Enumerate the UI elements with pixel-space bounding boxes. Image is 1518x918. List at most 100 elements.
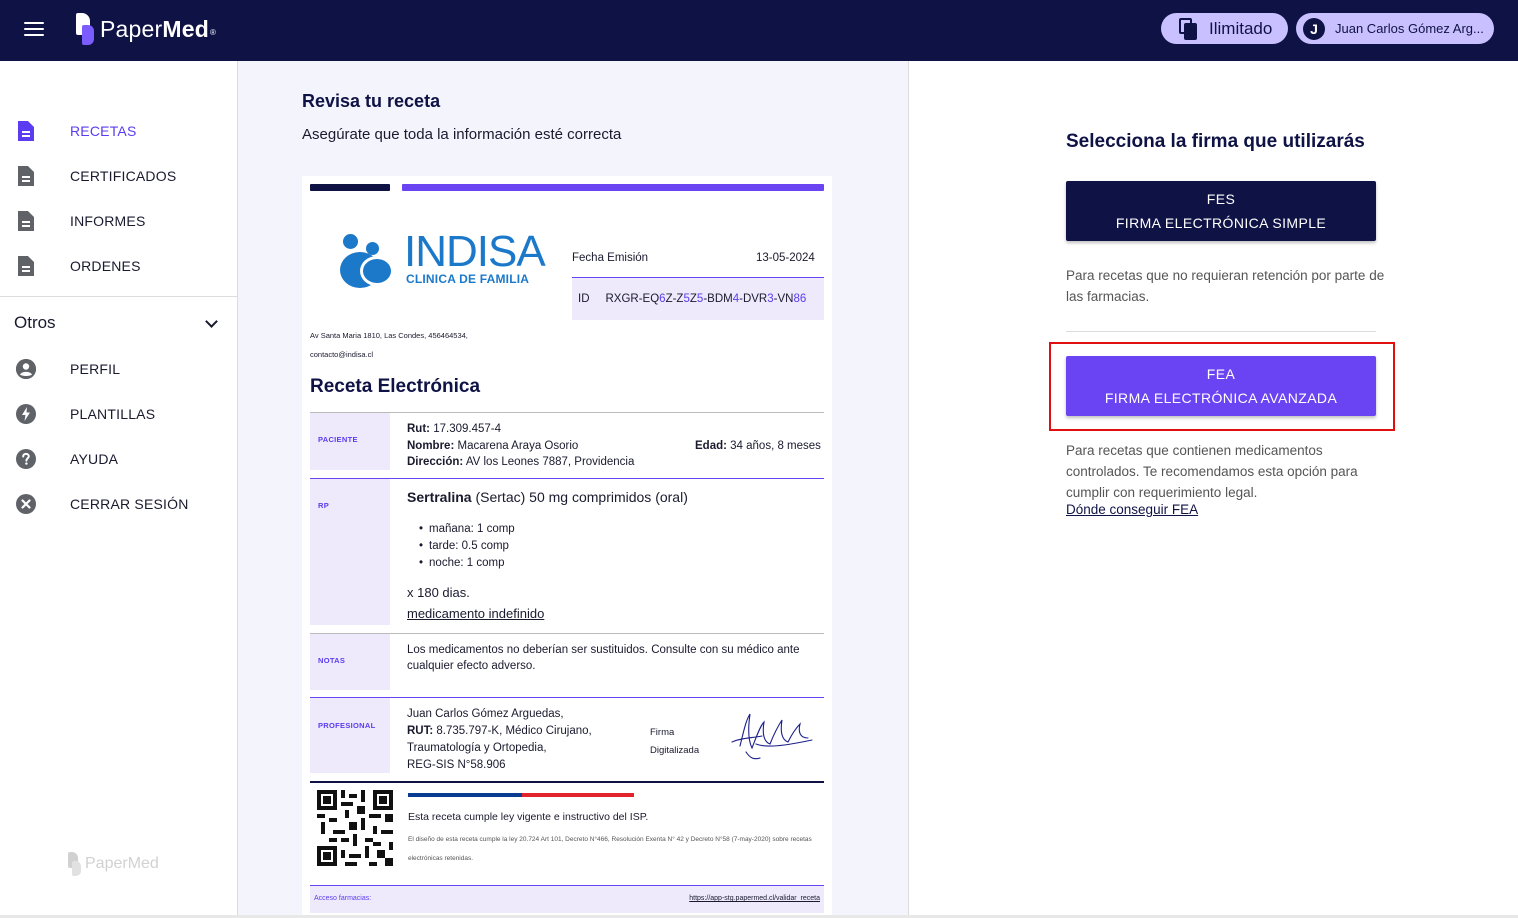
sidebar-item-certificados[interactable]: CERTIFICADOS [0, 156, 237, 196]
sidebar-item-label: INFORMES [70, 213, 146, 229]
prescription-review-panel: Revisa tu receta Asegúrate que toda la i… [238, 61, 909, 918]
list-item: noche: 1 comp [429, 555, 515, 572]
file-icon [18, 166, 34, 186]
patient-address: Dirección: AV los Leones 7887, Providenc… [407, 456, 635, 468]
user-name: Juan Carlos Gómez Arg... [1335, 21, 1484, 36]
plan-button[interactable]: Ilimitado [1161, 13, 1288, 44]
sidebar-item-label: PERFIL [70, 361, 121, 377]
sidebar-item-cerrar-sesion[interactable]: CERRAR SESIÓN [0, 484, 237, 524]
close-circle-icon [16, 494, 36, 514]
prescription-title: Receta Electrónica [310, 376, 481, 397]
footer-logo-text: PaperMed [85, 855, 159, 872]
section-label: Otros [14, 313, 56, 332]
issue-date: 13-05-2024 [756, 252, 815, 264]
dose-list: mañana: 1 comp tarde: 0.5 comp noche: 1 … [429, 521, 515, 572]
sidebar-divider [0, 296, 237, 297]
menu-icon[interactable] [24, 22, 44, 36]
signature-label: Firma Digitalizada [650, 727, 700, 756]
notes-text: Los medicamentos no deberían ser sustitu… [407, 644, 800, 672]
professional-name: Juan Carlos Gómez Arguedas, [407, 708, 564, 720]
sidebar-item-ayuda[interactable]: AYUDA [0, 439, 237, 479]
sidebar-item-label: ORDENES [70, 258, 141, 274]
fea-description: Para recetas que contienen medicamentos … [1066, 443, 1358, 500]
list-item: mañana: 1 comp [429, 521, 515, 538]
professional-specialty: Traumatología y Ortopedia, [407, 742, 547, 754]
help-icon [16, 449, 36, 469]
isp-compliance: Esta receta cumple ley vigente e instruc… [408, 811, 649, 823]
isp-legal-text: El diseño de esta receta cumple la ley 2… [408, 836, 812, 862]
pharmacy-validate-link[interactable]: https://app-stg.papermed.cl/validar_rece… [689, 895, 820, 902]
sidebar-item-plantillas[interactable]: PLANTILLAS [0, 394, 237, 434]
brand-bold: Med [162, 15, 209, 42]
file-icon [18, 256, 34, 276]
clinic-email: contacto@indisa.cl [310, 350, 374, 359]
sidebar-item-label: PLANTILLAS [70, 406, 156, 422]
sidebar-item-recetas[interactable]: RECETAS [0, 111, 237, 151]
file-icon [18, 121, 34, 141]
clinic-name: INDISA [404, 227, 546, 276]
indefinite-label: medicamento indefinido [407, 606, 545, 621]
patient-name: Nombre: Macarena Araya Osorio [407, 440, 579, 452]
file-icon [18, 211, 34, 231]
duration: x 180 dias. [407, 585, 470, 600]
sidebar-item-perfil[interactable]: PERFIL [0, 349, 237, 389]
papermed-logo[interactable]: PaperMed ® [76, 12, 216, 46]
clinic-tagline: CLINICA DE FAMILIA [406, 272, 530, 286]
chevron-down-icon [205, 314, 218, 328]
fea-info-link[interactable]: Dónde conseguir FEA [1066, 502, 1198, 517]
sidebar: RECETAS CERTIFICADOS INFORMES ORDENES Ot… [0, 61, 238, 918]
fea-code: FEA [1206, 366, 1236, 382]
prescription-id: ID RXGR-EQ6Z-Z5Z5-BDM4-DVR3-VN86 [572, 278, 824, 320]
section-tag-notes: NOTAS [310, 634, 390, 690]
sidebar-item-label: RECETAS [70, 123, 137, 139]
fes-name: FIRMA ELECTRÓNICA SIMPLE [1115, 215, 1327, 231]
bolt-icon [16, 404, 36, 424]
section-tag-rp: RP [310, 479, 390, 625]
page-subtitle: Asegúrate que toda la información esté c… [302, 126, 622, 143]
section-tag-patient: PACIENTE [310, 413, 390, 470]
fea-name: FIRMA ELECTRÓNICA AVANZADA [1104, 390, 1338, 406]
top-bar: PaperMed ® Ilimitado J Juan Carlos Gómez… [0, 0, 1518, 61]
divider [310, 781, 824, 783]
divider [1066, 331, 1376, 332]
signature-title: Selecciona la firma que utilizarás [1066, 131, 1365, 152]
sidebar-item-informes[interactable]: INFORMES [0, 201, 237, 241]
sidebar-section-otros[interactable]: Otros [14, 311, 220, 335]
brand-mark: ® [209, 27, 216, 37]
issue-date-label: Fecha Emisión [572, 252, 649, 264]
list-item: tarde: 0.5 comp [429, 538, 515, 555]
avatar: J [1303, 17, 1325, 40]
header-bar-dark [310, 184, 390, 191]
patient-rut: Rut: 17.309.457-4 [407, 423, 501, 435]
sidebar-item-label: CERRAR SESIÓN [70, 496, 189, 512]
pharmacy-access-label: Acceso farmacias: [314, 895, 372, 902]
clinic-logo: INDISA CLINICA DE FAMILIA [340, 228, 546, 298]
flag-stripe-blue [408, 793, 522, 797]
account-circle-icon [16, 359, 36, 379]
qr-code [317, 790, 393, 866]
prescription-document: INDISA CLINICA DE FAMILIA Fecha Emisión … [302, 176, 832, 918]
id-label: ID [578, 293, 590, 305]
patient-age: Edad: 34 años, 8 meses [695, 440, 821, 452]
flag-stripe-red [522, 793, 634, 797]
user-menu-button[interactable]: J Juan Carlos Gómez Arg... [1296, 13, 1494, 44]
plan-label: Ilimitado [1209, 18, 1273, 38]
brand-light: Paper [100, 15, 163, 42]
sidebar-footer-logo: PaperMed [68, 852, 159, 876]
clinic-address: Av Santa Maria 1810, Las Condes, 4564645… [310, 331, 468, 340]
papermed-logo-mark [68, 852, 82, 876]
papermed-logo-mark [76, 13, 96, 45]
section-tag-professional: PROFESIONAL [310, 698, 390, 773]
professional-rut: RUT: 8.735.797-K, Médico Cirujano, [407, 725, 592, 737]
sidebar-item-ordenes[interactable]: ORDENES [0, 246, 237, 286]
page-title: Revisa tu receta [302, 91, 441, 111]
pharmacy-access-bar: Acceso farmacias: https://app-stg.paperm… [310, 885, 824, 913]
documents-icon [1179, 17, 1197, 40]
sidebar-item-label: CERTIFICADOS [70, 168, 177, 184]
sidebar-item-label: AYUDA [70, 451, 119, 467]
fes-button[interactable]: FES FIRMA ELECTRÓNICA SIMPLE [1066, 181, 1376, 241]
signature-panel: Selecciona la firma que utilizarás FES F… [910, 61, 1518, 918]
header-bar-violet [402, 184, 824, 191]
fea-button[interactable]: FEA FIRMA ELECTRÓNICA AVANZADA [1066, 356, 1376, 416]
signature-image [731, 713, 813, 760]
